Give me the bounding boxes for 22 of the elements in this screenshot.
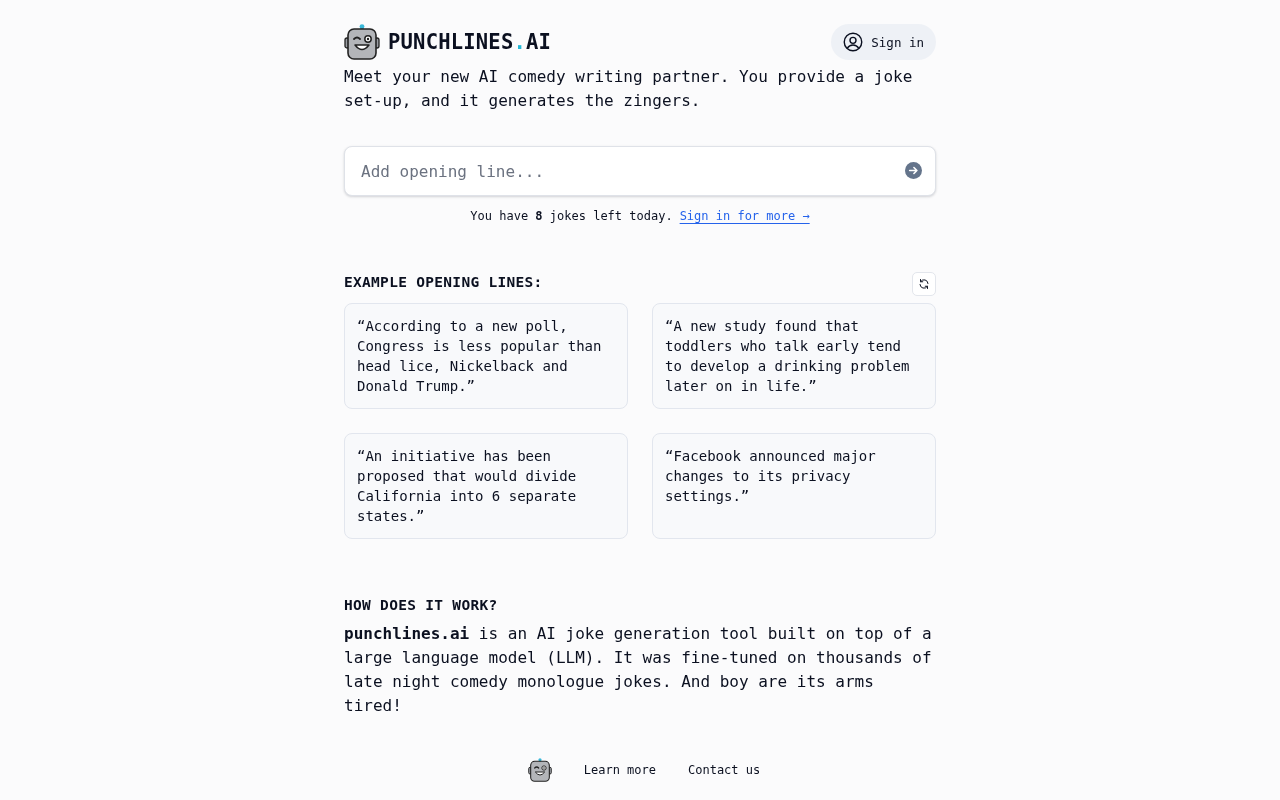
submit-button[interactable] [905,162,922,179]
sign-in-button[interactable]: Sign in [831,24,936,60]
refresh-button[interactable] [912,272,936,296]
footer-link[interactable]: Contact us [688,763,761,777]
refresh-icon [918,278,930,290]
example-card[interactable]: “An initiative has been proposed that would divide California into 6 separate states.” [344,433,628,539]
section-heading: HOW DOES IT WORK? [344,596,498,615]
example-card[interactable]: “Facebook announced major changes to its privacy settings.” [652,433,936,539]
example-card[interactable]: “A new study found that toddlers who talk early tend to develop a drinking problem later on in life.” [652,303,936,409]
example-card[interactable]: “According to a new poll, Congress is less popular than head lice, Nickelback and Donald Trump.” [344,303,628,409]
about-text: punchlines.ai is an AI joke generation tool built on top of a large language model (LLM). It was fine-tuned on thousands of late night comedy monologue jokes. And boy are its arms tired! [344,623,933,717]
logo-text: PUNCHLINES.AI [388,30,552,54]
user-circle-icon [843,32,864,52]
arrow-right-circle-icon [905,162,922,179]
jokes-left-text: You have 8 jokes left today. [470,208,673,224]
opening-line-input[interactable]: Add opening line... [344,146,936,196]
section-heading: EXAMPLE OPENING LINES: [344,273,543,292]
robot-logo-icon [527,758,552,782]
tagline-text: Meet your new AI comedy writing partner. You provide a joke set-up, and it generates the zingers. [344,66,914,112]
footer-link[interactable]: Learn more [583,763,656,777]
robot-logo-icon [344,24,380,60]
sign-in-link[interactable]: Sign in for more → [679,208,810,224]
